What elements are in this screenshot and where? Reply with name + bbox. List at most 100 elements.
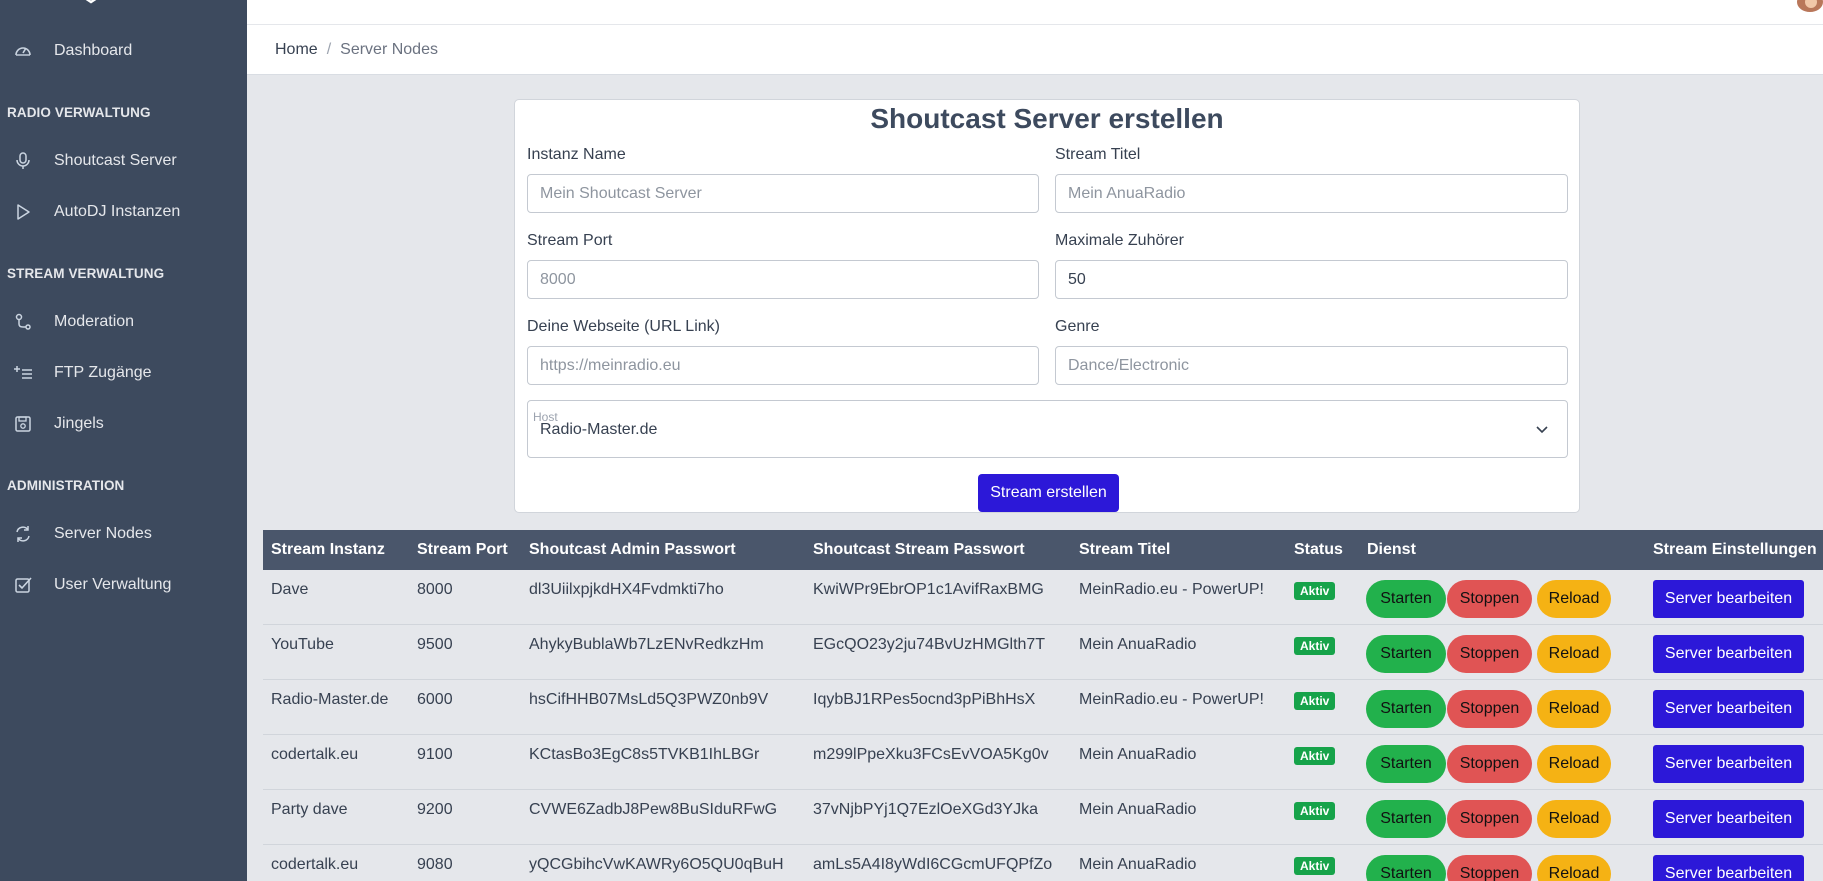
- table-row: YouTube 9500 AhykyBublaWb7LzENvRedkzHm E…: [263, 625, 1823, 680]
- start-button[interactable]: Starten: [1366, 580, 1446, 618]
- avatar[interactable]: [1797, 0, 1823, 12]
- cell-name: YouTube: [271, 636, 334, 653]
- stream-port-input[interactable]: [527, 260, 1039, 299]
- reload-button[interactable]: Reload: [1537, 580, 1611, 618]
- reload-button[interactable]: Reload: [1537, 745, 1611, 783]
- start-button[interactable]: Starten: [1366, 745, 1446, 783]
- sidebar-item-label: Jingels: [54, 415, 104, 432]
- stop-button[interactable]: Stoppen: [1447, 745, 1532, 783]
- col-stream-instanz: Stream Instanz: [271, 541, 385, 558]
- start-button[interactable]: Starten: [1366, 800, 1446, 838]
- cell-stream-password: EGcQO23y2ju74BvUzHMGlth7T: [813, 636, 1046, 653]
- reload-button[interactable]: Reload: [1537, 690, 1611, 728]
- chevron-down-icon: [1536, 426, 1548, 434]
- start-button[interactable]: Starten: [1366, 635, 1446, 673]
- table-row: Dave 8000 dl3UiilxpjkdHX4Fvdmkti7ho KwiW…: [263, 570, 1823, 625]
- table-row: codertalk.eu 9080 yQCGbihcVwKAWRy6O5QU0q…: [263, 845, 1823, 881]
- stop-button[interactable]: Stoppen: [1447, 635, 1532, 673]
- sync-icon: [13, 524, 33, 544]
- microphone-icon: [13, 151, 33, 171]
- website-label: Deine Webseite (URL Link): [527, 318, 720, 335]
- cell-admin-password: yQCGbihcVwKAWRy6O5QU0qBuH: [529, 856, 784, 873]
- edit-server-button[interactable]: Server bearbeiten: [1653, 855, 1804, 881]
- edit-server-button[interactable]: Server bearbeiten: [1653, 800, 1804, 838]
- cell-title: Mein AnuaRadio: [1079, 636, 1197, 653]
- status-badge: Aktiv: [1294, 857, 1336, 875]
- cell-port: 6000: [417, 691, 453, 708]
- sidebar-item-jingels[interactable]: Jingels: [0, 404, 247, 444]
- form-title: Shoutcast Server erstellen: [870, 103, 1224, 134]
- status-badge: Aktiv: [1294, 802, 1336, 820]
- sidebar-item-dashboard[interactable]: Dashboard: [0, 31, 247, 71]
- max-listeners-input[interactable]: [1055, 260, 1568, 299]
- status-badge: Aktiv: [1294, 582, 1336, 600]
- sidebar-item-label: Dashboard: [54, 42, 133, 59]
- sidebar-item-autodj[interactable]: AutoDJ Instanzen: [0, 192, 247, 232]
- stop-button[interactable]: Stoppen: [1447, 580, 1532, 618]
- sidebar-item-label: User Verwaltung: [54, 576, 172, 593]
- cell-title: MeinRadio.eu - PowerUP!: [1079, 581, 1264, 598]
- sidebar-item-ftp[interactable]: FTP Zugänge: [0, 353, 247, 393]
- stop-button[interactable]: Stoppen: [1447, 690, 1532, 728]
- top-bar: [247, 0, 1823, 25]
- sidebar-item-server-nodes[interactable]: Server Nodes: [0, 514, 247, 554]
- stream-title-input[interactable]: [1055, 174, 1568, 213]
- start-button[interactable]: Starten: [1366, 855, 1446, 881]
- website-input[interactable]: [527, 346, 1039, 385]
- stop-button[interactable]: Stoppen: [1447, 855, 1532, 881]
- cell-port: 9080: [417, 856, 453, 873]
- reload-button[interactable]: Reload: [1537, 635, 1611, 673]
- breadcrumb-home-link[interactable]: Home: [275, 41, 318, 59]
- gauge-icon: [13, 41, 33, 61]
- cell-stream-password: 37vNjbPYj1Q7EzlOeXGd3YJka: [813, 801, 1038, 818]
- host-select-value: Radio-Master.de: [540, 421, 658, 438]
- section-stream-verwaltung: STREAM VERWALTUNG: [7, 266, 165, 281]
- sidebar-item-user-verwaltung[interactable]: User Verwaltung: [0, 565, 247, 605]
- max-listeners-label: Maximale Zuhörer: [1055, 232, 1184, 249]
- cell-name: Party dave: [271, 801, 348, 818]
- start-button[interactable]: Starten: [1366, 690, 1446, 728]
- edit-server-button[interactable]: Server bearbeiten: [1653, 635, 1804, 673]
- breadcrumb-current: Server Nodes: [340, 40, 438, 58]
- cell-admin-password: KCtasBo3EgC8s5TVKB1IhLBGr: [529, 746, 760, 763]
- cell-title: Mein AnuaRadio: [1079, 746, 1197, 763]
- cell-title: Mein AnuaRadio: [1079, 801, 1197, 818]
- sidebar-item-moderation[interactable]: Moderation: [0, 302, 247, 342]
- col-admin-passwort: Shoutcast Admin Passwort: [529, 541, 736, 558]
- table-row: Radio-Master.de 6000 hsCifHHB07MsLd5Q3PW…: [263, 680, 1823, 735]
- genre-input[interactable]: [1055, 346, 1568, 385]
- col-stream-titel: Stream Titel: [1079, 541, 1171, 558]
- cell-name: codertalk.eu: [271, 856, 359, 873]
- play-icon: [13, 202, 33, 222]
- edit-server-button[interactable]: Server bearbeiten: [1653, 580, 1804, 618]
- table-row: codertalk.eu 9100 KCtasBo3EgC8s5TVKB1IhL…: [263, 735, 1823, 790]
- table-header: Stream Instanz Stream Port Shoutcast Adm…: [263, 530, 1823, 570]
- cell-stream-password: m299lPpeXku3FCsEvVOA5Kg0v: [813, 746, 1049, 763]
- col-stream-einstellungen: Stream Einstellungen: [1653, 541, 1817, 558]
- reload-button[interactable]: Reload: [1537, 800, 1611, 838]
- sidebar: Dashboard RADIO VERWALTUNG Shoutcast Ser…: [0, 0, 247, 881]
- stop-button[interactable]: Stoppen: [1447, 800, 1532, 838]
- cell-stream-password: KwiWPr9EbrOP1c1AvifRaxBMG: [813, 581, 1044, 598]
- create-stream-button[interactable]: Stream erstellen: [978, 474, 1119, 512]
- host-select[interactable]: Host Radio-Master.de: [527, 400, 1568, 458]
- cell-port: 9100: [417, 746, 453, 763]
- cell-stream-password: IqybBJ1RPes5ocnd3pPiBhHsX: [813, 691, 1036, 708]
- cell-port: 9500: [417, 636, 453, 653]
- instance-name-input[interactable]: [527, 174, 1039, 213]
- section-radio-verwaltung: RADIO VERWALTUNG: [7, 105, 151, 120]
- stream-port-label: Stream Port: [527, 232, 613, 249]
- sidebar-item-label: Moderation: [54, 313, 135, 330]
- cell-port: 8000: [417, 581, 453, 598]
- cell-admin-password: CVWE6ZadbJ8Pew8BuSIduRFwG: [529, 801, 778, 818]
- breadcrumb: Home / Server Nodes: [247, 25, 1823, 75]
- edit-server-button[interactable]: Server bearbeiten: [1653, 690, 1804, 728]
- cell-admin-password: dl3UiilxpjkdHX4Fvdmkti7ho: [529, 581, 724, 598]
- section-administration: ADMINISTRATION: [7, 478, 125, 493]
- edit-server-button[interactable]: Server bearbeiten: [1653, 745, 1804, 783]
- logo-icon: [85, 0, 97, 4]
- sidebar-item-shoutcast-server[interactable]: Shoutcast Server: [0, 141, 247, 181]
- instance-name-label: Instanz Name: [527, 146, 626, 163]
- reload-button[interactable]: Reload: [1537, 855, 1611, 881]
- cell-name: Radio-Master.de: [271, 691, 389, 708]
